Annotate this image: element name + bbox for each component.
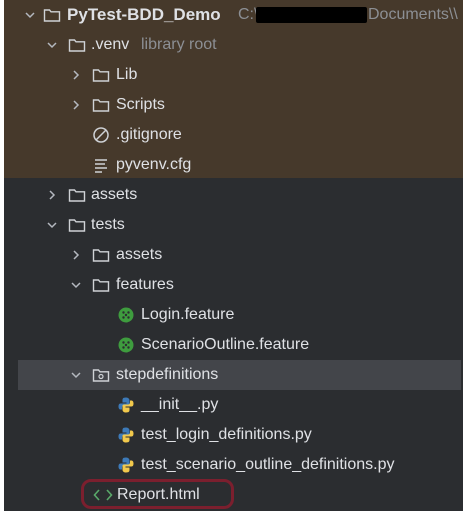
ignored-file-icon <box>92 120 110 150</box>
cucumber-icon <box>117 330 135 360</box>
folder-icon <box>92 60 110 90</box>
tree-row-assets[interactable]: assets <box>4 180 463 210</box>
folder-icon <box>92 270 110 300</box>
chevron-right-icon[interactable] <box>70 240 82 270</box>
folder-icon <box>92 240 110 270</box>
tree-row-gitignore[interactable]: .gitignore <box>4 120 463 150</box>
tree-row-scenario-feature[interactable]: ScenarioOutline.feature <box>4 330 463 360</box>
tree-row-tests[interactable]: tests <box>4 210 463 240</box>
chevron-down-icon[interactable] <box>70 270 82 300</box>
tree-row-tests-assets[interactable]: assets <box>4 240 463 270</box>
scripts-folder-name: Scripts <box>116 96 165 113</box>
report-highlight-outline <box>81 479 234 509</box>
tree-row-scenario-definitions[interactable]: test_scenario_outline_definitions.py <box>4 450 463 480</box>
gitignore-file-name: .gitignore <box>116 126 182 143</box>
folder-icon <box>68 30 86 60</box>
library-root-hint: library root <box>141 36 217 53</box>
tree-row-login-feature[interactable]: Login.feature <box>4 300 463 330</box>
tree-row-pyvenv[interactable]: pyvenv.cfg <box>4 150 463 180</box>
assets-folder-name: assets <box>91 186 138 203</box>
tree-row-root[interactable]: PyTest-BDD_Demo C:\ Documents\\ <box>4 0 463 30</box>
redacted-path <box>256 7 367 23</box>
chevron-down-icon[interactable] <box>70 360 82 390</box>
folder-icon <box>92 90 110 120</box>
lib-folder-name: Lib <box>116 66 138 83</box>
scenario-definitions-file-name: test_scenario_outline_definitions.py <box>141 456 395 473</box>
folder-icon <box>43 0 61 30</box>
tree-row-lib[interactable]: Lib <box>4 60 463 90</box>
tree-row-scripts[interactable]: Scripts <box>4 90 463 120</box>
root-folder-name: PyTest-BDD_Demo <box>67 5 221 24</box>
text-file-icon <box>92 150 110 180</box>
tests-folder-name: tests <box>91 216 125 233</box>
chevron-down-icon[interactable] <box>46 30 58 60</box>
chevron-down-icon[interactable] <box>24 0 36 30</box>
tree-row-features[interactable]: features <box>4 270 463 300</box>
login-feature-file-name: Login.feature <box>141 306 235 323</box>
chevron-down-icon[interactable] <box>46 210 58 240</box>
features-folder-name: features <box>116 276 174 293</box>
stepdefinitions-folder-name: stepdefinitions <box>116 366 219 383</box>
chevron-right-icon[interactable] <box>70 60 82 90</box>
root-path-suffix: Documents\\ <box>368 6 458 23</box>
folder-icon <box>68 180 86 210</box>
tree-row-init-py[interactable]: __init__.py <box>4 390 463 420</box>
python-file-icon <box>117 450 135 480</box>
folder-icon <box>68 210 86 240</box>
python-file-icon <box>117 390 135 420</box>
chevron-right-icon[interactable] <box>70 90 82 120</box>
project-tree-panel: PyTest-BDD_Demo C:\ Documents\\ .venv li… <box>4 0 463 511</box>
cucumber-icon <box>117 300 135 330</box>
pyvenv-file-name: pyvenv.cfg <box>116 156 192 173</box>
python-file-icon <box>117 420 135 450</box>
venv-folder-name: .venv <box>91 36 130 53</box>
tree-row-login-definitions[interactable]: test_login_definitions.py <box>4 420 463 450</box>
init-py-file-name: __init__.py <box>141 396 219 413</box>
chevron-right-icon[interactable] <box>46 180 58 210</box>
tests-assets-folder-name: assets <box>116 246 163 263</box>
login-definitions-file-name: test_login_definitions.py <box>141 426 312 443</box>
package-folder-icon <box>92 360 110 390</box>
tree-row-venv[interactable]: .venv library root <box>4 30 463 60</box>
scenario-feature-file-name: ScenarioOutline.feature <box>141 336 310 353</box>
tree-row-stepdefinitions[interactable]: stepdefinitions <box>18 360 461 390</box>
